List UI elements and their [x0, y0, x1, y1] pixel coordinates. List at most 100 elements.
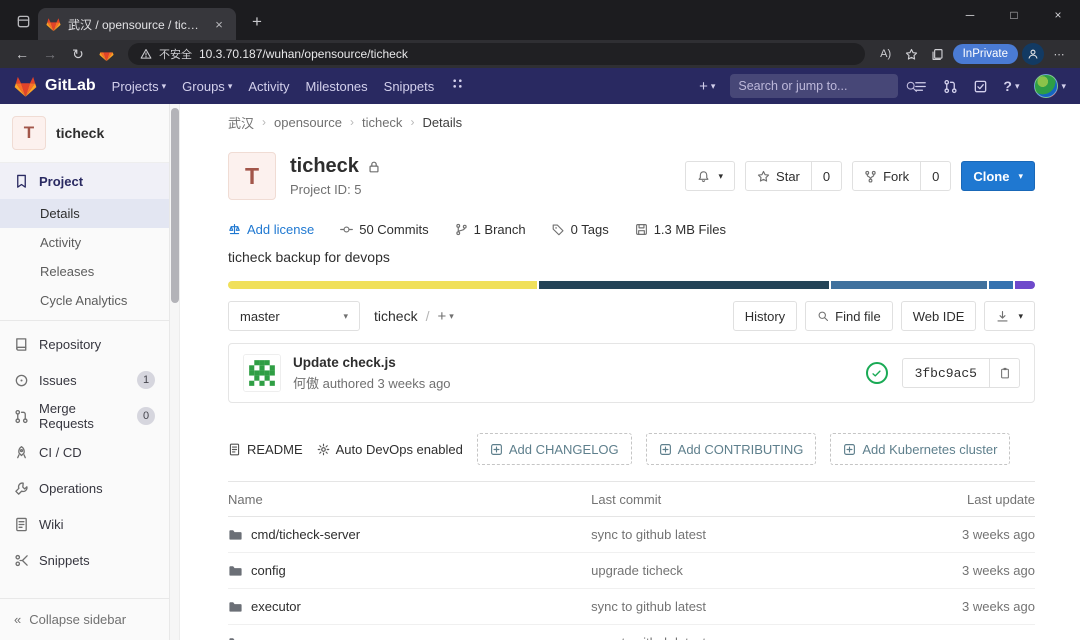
read-aloud-icon[interactable]: A)	[875, 43, 897, 65]
branches-link[interactable]: 1 Branch	[455, 222, 526, 237]
add-file-dropdown[interactable]: + ▾	[437, 308, 453, 325]
tags-link[interactable]: 0 Tags	[552, 222, 609, 237]
collapse-sidebar-button[interactable]: « Collapse sidebar	[0, 598, 169, 640]
user-menu[interactable]: ▾	[1034, 74, 1066, 98]
sidebar-item-operations[interactable]: Operations	[0, 470, 169, 506]
find-file-button[interactable]: Find file	[805, 301, 893, 331]
notifications-dropdown[interactable]: ▾	[684, 161, 736, 191]
help-menu[interactable]: ? ▾	[1003, 78, 1019, 94]
sidebar-item-project[interactable]: Project	[0, 163, 169, 199]
sidebar-item-activity[interactable]: Activity	[0, 228, 169, 257]
commit-title-link[interactable]: Update check.js	[293, 355, 451, 370]
collapse-icon: «	[14, 612, 22, 627]
folder-icon	[229, 530, 242, 540]
star-button[interactable]: Star	[745, 161, 812, 191]
sidebar-item-repository[interactable]: Repository	[0, 326, 169, 362]
browser-profile-avatar[interactable]	[1022, 43, 1044, 65]
window-controls: ─ □ ×	[948, 0, 1080, 30]
file-name-link[interactable]: config	[251, 563, 286, 578]
table-header: Name Last commit Last update	[228, 481, 1035, 517]
download-dropdown[interactable]: ▾	[984, 301, 1035, 331]
folder-icon	[229, 638, 235, 640]
forward-button[interactable]: →	[38, 43, 62, 65]
commit-message-link[interactable]: sync to github latest	[591, 527, 925, 542]
breadcrumb-subgroup[interactable]: opensource	[274, 115, 342, 130]
fork-button[interactable]: Fork	[852, 161, 922, 191]
add-license-link[interactable]: Add license	[228, 222, 314, 237]
sidebar-item-details[interactable]: Details	[0, 199, 169, 228]
new-tab-button[interactable]: +	[244, 9, 270, 35]
gitlab-logo[interactable]: GitLab	[14, 75, 96, 98]
gitlab-wordmark: GitLab	[45, 77, 96, 94]
nav-projects[interactable]: Projects ▾	[112, 79, 167, 94]
refresh-button[interactable]: ↻	[66, 43, 90, 65]
address-bar[interactable]: 不安全 10.3.70.187/wuhan/opensource/ticheck	[128, 43, 865, 65]
sidebar-scrollbar[interactable]	[170, 104, 180, 640]
nav-activity[interactable]: Activity	[248, 79, 289, 94]
file-name-link[interactable]: executor	[251, 599, 301, 614]
auto-devops-button[interactable]: Auto DevOps enabled	[317, 442, 463, 457]
nav-groups[interactable]: Groups ▾	[182, 79, 232, 94]
tab-close-icon[interactable]: ×	[210, 15, 228, 33]
history-button[interactable]: History	[732, 301, 798, 331]
favorites-star-icon[interactable]	[901, 43, 923, 65]
nav-milestones[interactable]: Milestones	[306, 79, 368, 94]
pipeline-status-icon[interactable]	[865, 362, 888, 384]
plus-square-icon	[490, 443, 502, 455]
nav-snippets[interactable]: Snippets	[384, 79, 435, 94]
sidebar-item-merge-requests[interactable]: Merge Requests 0	[0, 398, 169, 434]
todos-icon[interactable]	[973, 79, 988, 94]
file-name-link[interactable]: cmd/ticheck-server	[251, 527, 360, 542]
browser-titlebar: 武汉 / opensource / ticheck - GitLab × + ─…	[0, 0, 1080, 40]
fork-icon	[865, 170, 876, 183]
issues-count-badge: 1	[137, 371, 155, 389]
browser-tab[interactable]: 武汉 / opensource / ticheck - GitLab ×	[38, 8, 236, 40]
copy-sha-button[interactable]	[989, 359, 1019, 387]
breadcrumb: 武汉 › opensource › ticheck › Details	[228, 113, 463, 132]
breadcrumb-group[interactable]: 武汉	[228, 113, 254, 132]
star-count[interactable]: 0	[810, 161, 843, 191]
new-menu-icon[interactable]: + ▾	[699, 78, 715, 95]
sidebar-item-releases[interactable]: Releases	[0, 257, 169, 286]
minimize-button[interactable]: ─	[948, 0, 992, 30]
commit-message-link[interactable]: sync to github latest	[591, 635, 925, 640]
sidebar-item-snippets[interactable]: Snippets	[0, 542, 169, 578]
readme-button[interactable]: README	[228, 442, 303, 457]
add-changelog-button[interactable]: Add CHANGELOG	[476, 433, 632, 465]
clone-button[interactable]: Clone ▾	[961, 161, 1035, 191]
sidebar-scrollbar-thumb[interactable]	[170, 108, 179, 303]
back-button[interactable]: ←	[10, 43, 34, 65]
branch-selector[interactable]: master ▾	[228, 301, 360, 331]
find-file-search-icon	[818, 311, 829, 322]
commits-link[interactable]: 50 Commits	[340, 222, 429, 237]
repo-root-link[interactable]: ticheck	[374, 308, 418, 324]
commits-icon	[340, 226, 354, 233]
sidebar-item-wiki[interactable]: Wiki	[0, 506, 169, 542]
browser-menu-icon[interactable]: ⋯	[1048, 43, 1070, 65]
collections-icon[interactable]	[927, 43, 949, 65]
search-input[interactable]	[738, 79, 900, 93]
commit-message-link[interactable]: sync to github latest	[591, 599, 925, 614]
add-kubernetes-button[interactable]: Add Kubernetes cluster	[830, 433, 1011, 465]
sidebar-item-ci-cd[interactable]: CI / CD	[0, 434, 169, 470]
sidebar-item-cycle-analytics[interactable]: Cycle Analytics	[0, 286, 169, 315]
fork-count[interactable]: 0	[920, 161, 952, 191]
maximize-button[interactable]: □	[992, 0, 1036, 30]
files-link[interactable]: 1.3 MB Files	[635, 222, 726, 237]
commit-sha[interactable]: 3fbc9ac5	[903, 366, 989, 381]
tab-title: 武汉 / opensource / ticheck - GitLab	[68, 17, 203, 32]
breadcrumb-project[interactable]: ticheck	[362, 115, 402, 130]
nav-more-icon[interactable]	[450, 76, 465, 96]
language-bar	[228, 281, 1035, 289]
issues-dashboard-icon[interactable]	[913, 79, 928, 94]
merge-requests-icon[interactable]	[943, 79, 958, 94]
tab-actions-icon[interactable]	[8, 6, 38, 36]
add-contributing-button[interactable]: Add CONTRIBUTING	[645, 433, 817, 465]
sidebar-project-header[interactable]: T ticheck	[0, 104, 169, 163]
global-search[interactable]	[730, 74, 918, 98]
commit-message-link[interactable]: upgrade ticheck	[591, 563, 925, 578]
close-button[interactable]: ×	[1036, 0, 1080, 30]
web-ide-button[interactable]: Web IDE	[900, 301, 977, 331]
sidebar-item-issues[interactable]: Issues 1	[0, 362, 169, 398]
gitlab-site-icon[interactable]	[94, 43, 118, 65]
